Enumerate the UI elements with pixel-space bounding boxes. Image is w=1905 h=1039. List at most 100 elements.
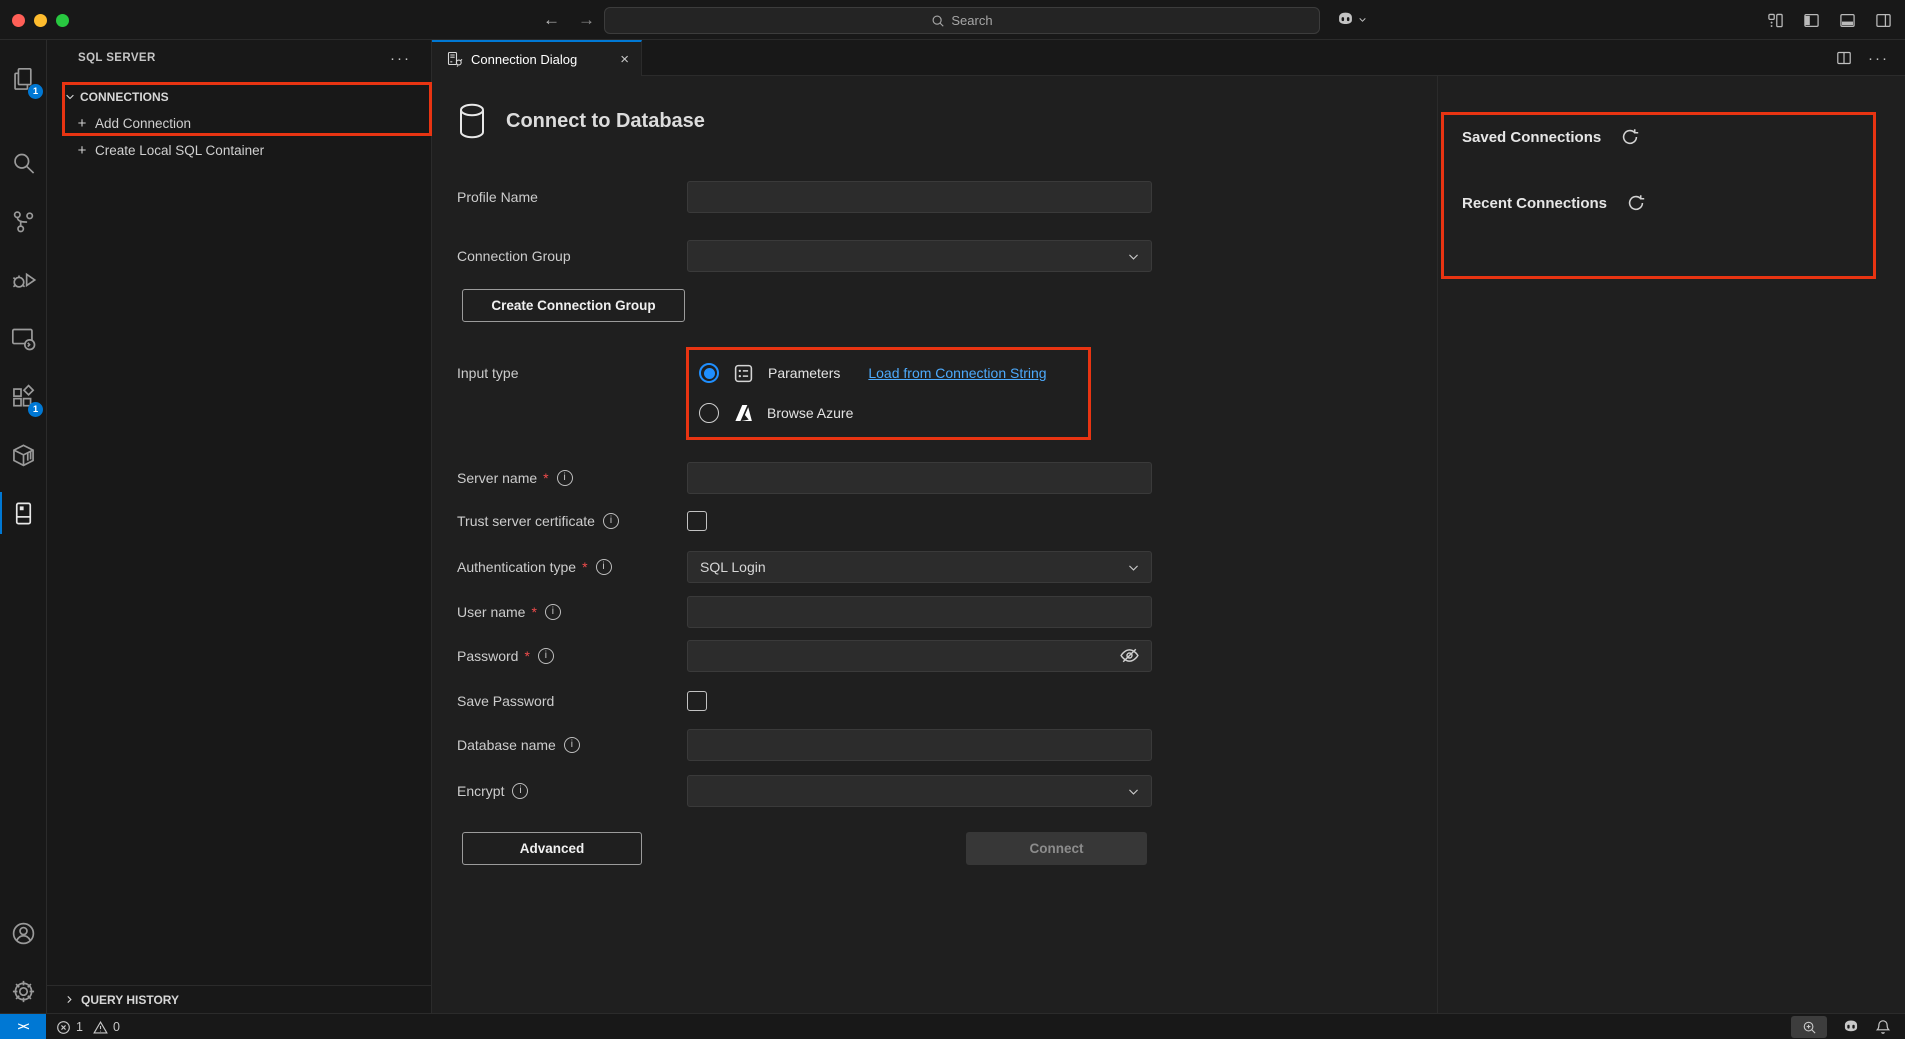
eye-off-icon[interactable]: [1119, 645, 1140, 666]
primary-sidebar: SQL SERVER ··· CONNECTIONS + Add Connect…: [47, 40, 432, 1013]
command-center-search[interactable]: Search: [604, 7, 1320, 34]
tab-connection-dialog[interactable]: Connection Dialog ×: [432, 40, 642, 76]
split-editor-icon[interactable]: [1836, 50, 1852, 66]
search-view-icon[interactable]: [0, 139, 47, 187]
query-history-section-header[interactable]: QUERY HISTORY: [47, 985, 431, 1013]
authentication-type-value: SQL Login: [700, 559, 766, 575]
remote-indicator[interactable]: ><: [0, 1014, 46, 1039]
maximize-window-button[interactable]: [56, 14, 69, 27]
chevron-down-icon: [1127, 250, 1140, 263]
parameters-radio[interactable]: [699, 363, 719, 383]
explorer-badge: 1: [28, 84, 43, 99]
info-icon[interactable]: [538, 648, 554, 664]
chevron-down-icon: [1358, 15, 1367, 24]
create-connection-group-button[interactable]: Create Connection Group: [462, 289, 685, 322]
info-icon[interactable]: [603, 513, 619, 529]
extensions-badge: 1: [28, 402, 43, 417]
search-placeholder: Search: [951, 13, 992, 28]
customize-layout-icon[interactable]: [1767, 12, 1784, 29]
problems-status[interactable]: 1 0: [56, 1014, 120, 1039]
settings-gear-icon[interactable]: [0, 967, 47, 1015]
extensions-icon[interactable]: 1: [0, 373, 47, 421]
refresh-icon[interactable]: [1621, 128, 1639, 146]
database-name-input[interactable]: [687, 729, 1152, 761]
sql-server-view-icon[interactable]: [0, 489, 47, 537]
add-connection-label: Add Connection: [95, 116, 191, 131]
chevron-down-icon: [1127, 561, 1140, 574]
azure-icon: [733, 403, 753, 423]
server-name-input[interactable]: [687, 462, 1152, 494]
forward-button[interactable]: →: [578, 0, 595, 40]
user-name-input[interactable]: [687, 596, 1152, 628]
recent-connections-label: Recent Connections: [1462, 195, 1607, 212]
close-window-button[interactable]: [12, 14, 25, 27]
chevron-right-icon: [64, 994, 75, 1005]
connect-button[interactable]: Connect: [966, 832, 1147, 865]
save-password-checkbox[interactable]: [687, 691, 707, 711]
right-panel-separator: [1437, 76, 1438, 1013]
saved-connections-header: Saved Connections: [1462, 128, 1639, 146]
password-label: Password: [457, 648, 518, 664]
info-icon[interactable]: [557, 470, 573, 486]
profile-name-input[interactable]: [687, 181, 1152, 213]
advanced-button[interactable]: Advanced: [462, 832, 642, 865]
copilot-icon: [1336, 10, 1355, 29]
info-icon[interactable]: [596, 559, 612, 575]
tab-close-icon[interactable]: ×: [620, 51, 629, 68]
back-button[interactable]: ←: [543, 0, 560, 40]
connection-dialog-form: Connect to Database Profile Name Connect…: [457, 76, 1157, 976]
remote-explorer-icon[interactable]: [0, 314, 47, 362]
error-icon: [56, 1020, 71, 1035]
authentication-type-label: Authentication type: [457, 559, 576, 575]
required-marker: *: [582, 559, 587, 575]
query-history-label: QUERY HISTORY: [81, 993, 179, 1007]
minimize-window-button[interactable]: [34, 14, 47, 27]
required-marker: *: [543, 470, 548, 486]
toggle-primary-sidebar-icon[interactable]: [1803, 12, 1820, 29]
zoom-status-button[interactable]: [1791, 1016, 1827, 1038]
refresh-icon[interactable]: [1627, 194, 1645, 212]
info-icon[interactable]: [564, 737, 580, 753]
encrypt-select[interactable]: [687, 775, 1152, 807]
sidebar-more-actions[interactable]: ···: [390, 50, 411, 67]
run-debug-icon[interactable]: [0, 256, 47, 304]
toggle-panel-icon[interactable]: [1839, 12, 1856, 29]
notifications-bell-icon[interactable]: [1875, 1019, 1891, 1035]
add-connection-item[interactable]: + Add Connection: [47, 110, 431, 136]
plus-icon: +: [76, 115, 88, 132]
encrypt-label: Encrypt: [457, 783, 504, 799]
connections-section-header[interactable]: CONNECTIONS: [47, 84, 431, 110]
copilot-status-icon[interactable]: [1842, 1018, 1860, 1036]
accounts-icon[interactable]: [0, 909, 47, 957]
sidebar-header: SQL SERVER ···: [47, 40, 431, 76]
chevron-down-icon: [1127, 785, 1140, 798]
activity-bar: 1 1: [0, 40, 47, 1013]
title-bar: ← → Search: [0, 0, 1905, 40]
container-tools-icon[interactable]: [0, 431, 47, 479]
explorer-icon[interactable]: 1: [0, 55, 47, 103]
parameters-option-label[interactable]: Parameters: [768, 365, 840, 381]
trust-server-certificate-label: Trust server certificate: [457, 513, 595, 529]
create-local-sql-container-item[interactable]: + Create Local SQL Container: [47, 137, 431, 163]
copilot-menu[interactable]: [1336, 10, 1367, 29]
user-name-label: User name: [457, 604, 525, 620]
connection-dialog-tab-icon: [447, 51, 463, 67]
load-from-connection-string-link[interactable]: Load from Connection String: [868, 365, 1046, 381]
browse-azure-radio[interactable]: [699, 403, 719, 423]
database-name-label: Database name: [457, 737, 556, 753]
connection-group-select[interactable]: [687, 240, 1152, 272]
trust-server-certificate-checkbox[interactable]: [687, 511, 707, 531]
recent-connections-header: Recent Connections: [1462, 194, 1645, 212]
saved-connections-label: Saved Connections: [1462, 129, 1601, 146]
info-icon[interactable]: [545, 604, 561, 620]
source-control-icon[interactable]: [0, 197, 47, 245]
required-marker: *: [524, 648, 529, 664]
required-marker: *: [531, 604, 536, 620]
authentication-type-select[interactable]: SQL Login: [687, 551, 1152, 583]
browse-azure-option-label[interactable]: Browse Azure: [767, 405, 853, 421]
editor-more-actions[interactable]: ···: [1868, 50, 1889, 67]
server-name-label: Server name: [457, 470, 537, 486]
password-input[interactable]: [687, 640, 1152, 672]
info-icon[interactable]: [512, 783, 528, 799]
toggle-secondary-sidebar-icon[interactable]: [1875, 12, 1892, 29]
